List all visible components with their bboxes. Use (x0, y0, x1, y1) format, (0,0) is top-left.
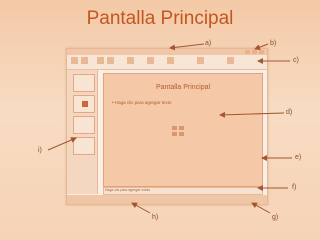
callout-i: i) (38, 147, 42, 154)
callout-g: g) (272, 214, 279, 221)
callout-a: a) (205, 40, 212, 47)
arrow-i (47, 137, 77, 151)
callout-c: c) (293, 57, 299, 64)
arrow-d (219, 111, 285, 118)
arrow-a (169, 43, 205, 51)
callout-e: e) (295, 154, 302, 161)
callout-h: h) (152, 214, 159, 221)
arrow-b (254, 43, 269, 51)
arrow-g (251, 202, 271, 214)
callout-arrows (47, 43, 292, 214)
callout-d: d) (286, 109, 293, 116)
callout-b: b) (270, 40, 277, 47)
callout-f: f) (292, 184, 297, 191)
arrow-h (131, 202, 151, 214)
